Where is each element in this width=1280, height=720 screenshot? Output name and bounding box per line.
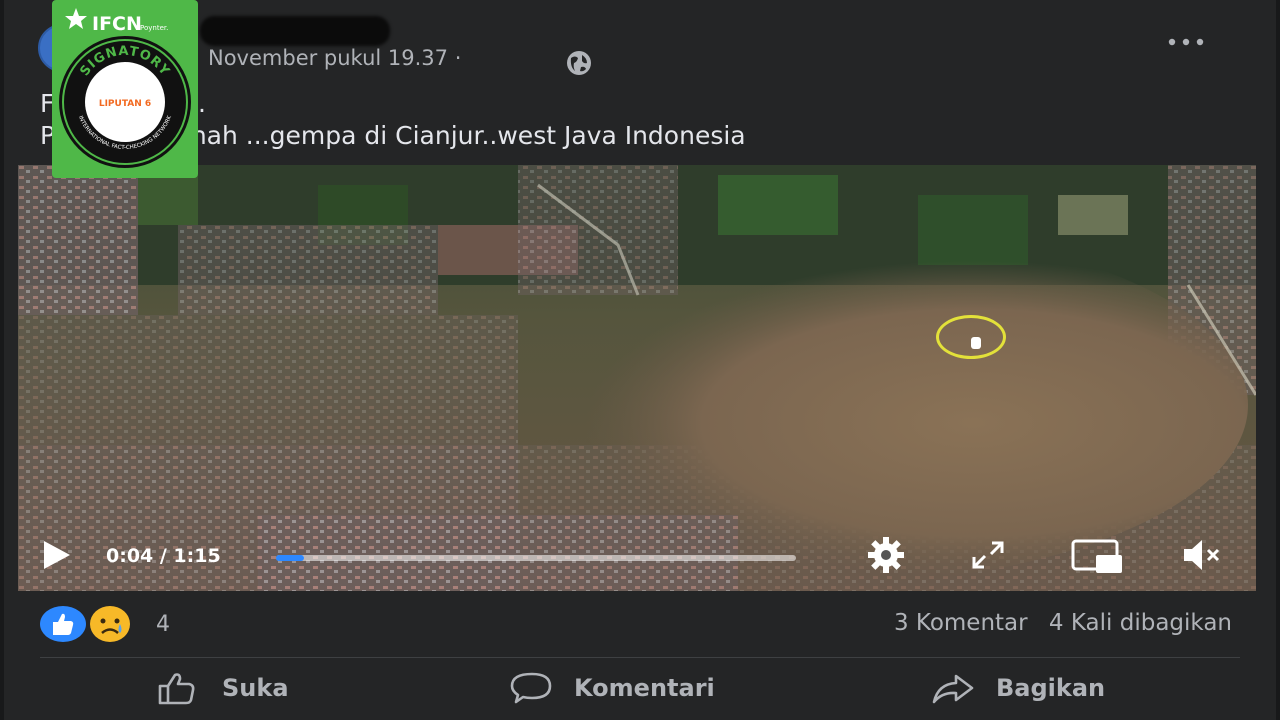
like-label: Suka xyxy=(222,674,289,702)
comment-label: Komentari xyxy=(574,674,715,702)
like-reaction-icon xyxy=(40,606,86,642)
pip-icon[interactable] xyxy=(1070,533,1126,577)
video-progress-fill xyxy=(276,555,304,561)
mute-icon[interactable] xyxy=(1178,533,1222,577)
ifcn-signatory-badge: IFCN Poynter. SIGNATORY INTERNATIONAL FA… xyxy=(52,0,198,178)
badge-member: LIPUTAN 6 xyxy=(99,99,151,109)
share-button[interactable]: Bagikan xyxy=(930,668,1105,708)
badge-org-sub: Poynter. xyxy=(140,24,168,32)
share-label: Bagikan xyxy=(996,674,1106,702)
share-count-link[interactable]: 4 Kali dibagikan xyxy=(1049,610,1232,636)
share-icon xyxy=(932,674,974,704)
fullscreen-icon[interactable] xyxy=(966,533,1010,577)
post-timestamp[interactable]: November pukul 19.37 · xyxy=(208,46,461,70)
like-button[interactable]: Suka xyxy=(156,668,289,708)
comment-icon xyxy=(510,672,552,704)
video-player[interactable]: 0:04 / 1:15 xyxy=(18,165,1256,591)
gear-icon[interactable] xyxy=(864,533,908,577)
comment-button[interactable]: Komentari xyxy=(508,668,715,708)
like-icon xyxy=(158,673,195,705)
post-stats: 3 Komentar 4 Kali dibagikan xyxy=(880,610,1232,636)
video-time: 0:04 / 1:15 xyxy=(106,545,221,567)
play-icon[interactable] xyxy=(38,537,74,573)
cursor-pointer-icon xyxy=(971,337,981,349)
more-options-icon[interactable] xyxy=(1162,28,1210,56)
globe-icon xyxy=(565,49,593,77)
redacted-author-name xyxy=(200,16,390,46)
video-progress-bar[interactable] xyxy=(276,555,796,561)
reaction-count: 4 xyxy=(156,612,170,637)
badge-org: IFCN xyxy=(92,13,142,35)
video-controls: 0:04 / 1:15 xyxy=(18,521,1256,591)
divider xyxy=(40,657,1240,658)
sad-reaction-icon xyxy=(90,606,130,642)
comment-count-link[interactable]: 3 Komentar xyxy=(894,610,1028,636)
